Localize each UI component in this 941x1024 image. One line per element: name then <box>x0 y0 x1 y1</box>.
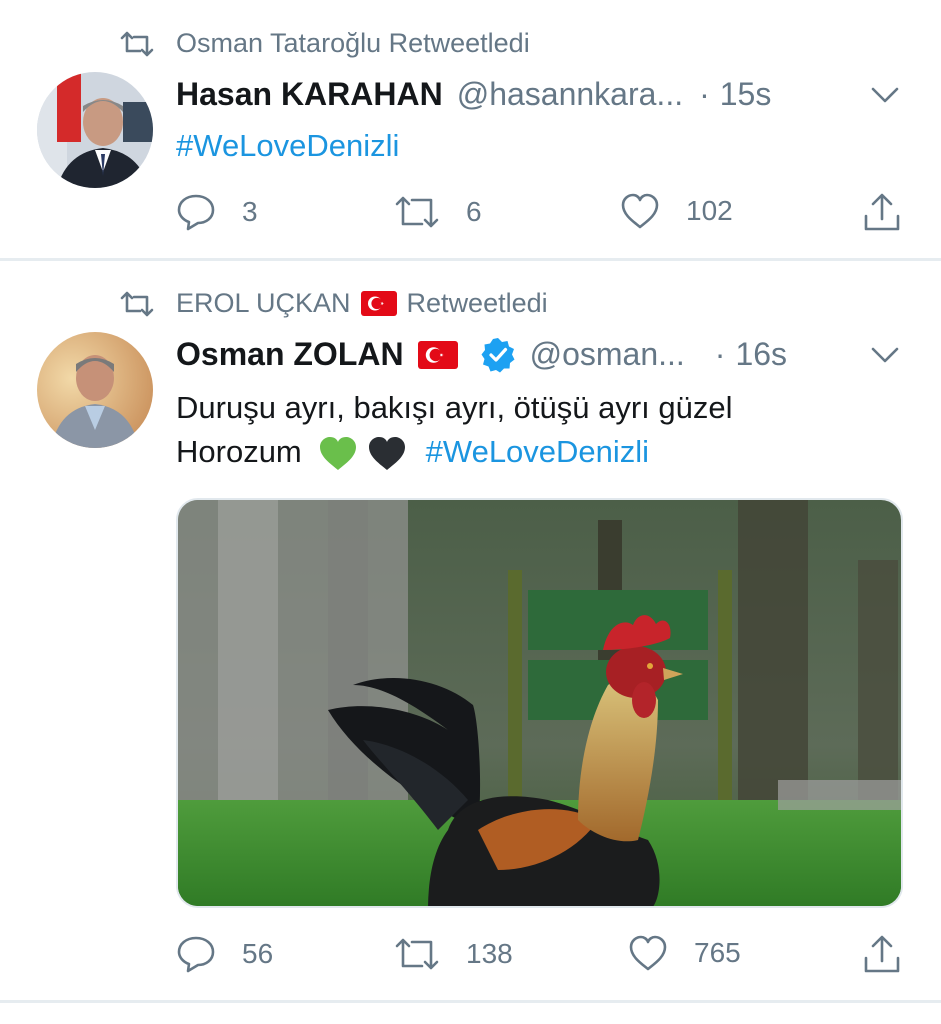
reply-icon <box>177 936 215 973</box>
tweet-text-word: Horozum <box>176 434 302 469</box>
retweet-icon <box>120 291 154 316</box>
tweet-text-line: Duruşu ayrı, bakışı ayrı, ötüşü ayrı güz… <box>176 390 733 425</box>
author-handle[interactable]: @osman... <box>530 336 685 373</box>
retweet-icon <box>395 938 439 970</box>
tweet-1[interactable]: Osman Tataroğlu Retweetledi Hasan KARAHA… <box>0 0 941 258</box>
tweet-time[interactable]: 15s <box>720 76 772 113</box>
tweet-header: Osman ZOLAN @osman... · 16s <box>176 336 787 373</box>
reply-button[interactable]: 56 <box>176 934 273 974</box>
share-button[interactable] <box>862 192 928 232</box>
like-icon <box>621 193 659 229</box>
share-button[interactable] <box>862 934 928 974</box>
tweet-text: Duruşu ayrı, bakışı ayrı, ötüşü ayrı güz… <box>176 386 733 474</box>
tweet-text: #WeLoveDenizli <box>176 124 399 168</box>
retweeted-by-suffix: Retweetledi <box>406 288 548 318</box>
reply-button[interactable]: 3 <box>176 192 258 232</box>
like-count: 102 <box>686 195 733 226</box>
reply-icon <box>177 194 215 231</box>
author-handle[interactable]: @hasannkara... <box>457 76 683 113</box>
reply-count: 56 <box>242 938 274 969</box>
retweet-icon <box>395 196 439 228</box>
retweeted-by-text: Osman Tataroğlu Retweetledi <box>176 28 530 58</box>
retweet-context[interactable]: Osman Tataroğlu Retweetledi <box>120 28 530 59</box>
separator-dot: · <box>714 336 726 372</box>
avatar[interactable] <box>37 332 153 448</box>
author-name[interactable]: Hasan KARAHAN <box>176 76 443 113</box>
like-button[interactable]: 102 <box>620 192 733 230</box>
avatar[interactable] <box>37 72 153 188</box>
separator-dot: · <box>699 76 710 112</box>
tweet-divider <box>0 1000 941 1003</box>
tweet-actions: 56 138 765 <box>176 934 906 976</box>
retweet-button[interactable]: 6 <box>394 192 482 232</box>
retweeted-by-text: EROL UÇKAN Retweetledi <box>176 288 548 319</box>
retweeted-by-name: EROL UÇKAN <box>176 288 351 318</box>
hashtag-link[interactable]: #WeLoveDenizli <box>426 434 649 469</box>
reply-count: 3 <box>242 196 258 227</box>
chevron-down-icon[interactable] <box>869 84 901 106</box>
tweet-text-line: Horozum #WeLoveDenizli <box>176 430 733 474</box>
tweet-header: Hasan KARAHAN @hasannkara... · 15s <box>176 76 771 113</box>
retweet-context[interactable]: EROL UÇKAN Retweetledi <box>120 288 548 319</box>
tweet-divider <box>0 258 941 261</box>
author-name[interactable]: Osman ZOLAN <box>176 336 404 373</box>
like-button[interactable]: 765 <box>628 934 741 972</box>
hashtag-link[interactable]: #WeLoveDenizli <box>176 128 399 163</box>
retweet-count: 6 <box>466 196 482 227</box>
tweet-media-image[interactable] <box>176 498 903 908</box>
like-count: 765 <box>694 937 741 968</box>
like-icon <box>629 935 667 971</box>
turkish-flag-icon <box>360 291 397 316</box>
share-icon <box>864 193 900 231</box>
retweet-icon <box>120 31 154 56</box>
tweet-2[interactable]: EROL UÇKAN Retweetledi Osman ZOLAN @osma… <box>0 262 941 1000</box>
verified-badge-icon <box>481 337 515 372</box>
green-heart-emoji <box>320 436 357 470</box>
tweet-time[interactable]: 16s <box>735 336 787 373</box>
rooster-photo-icon <box>178 500 901 906</box>
turkish-flag-icon <box>417 340 458 369</box>
retweet-count: 138 <box>466 938 513 969</box>
chevron-down-icon[interactable] <box>869 344 901 366</box>
retweet-button[interactable]: 138 <box>394 934 513 974</box>
tweet-actions: 3 6 102 <box>176 192 906 234</box>
black-heart-emoji <box>369 436 406 470</box>
share-icon <box>864 935 900 973</box>
